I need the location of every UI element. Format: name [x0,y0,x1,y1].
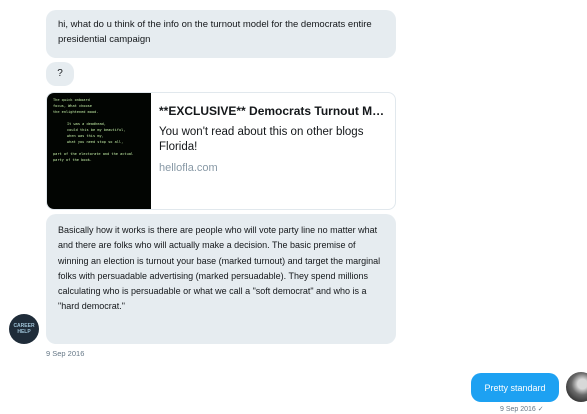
card-domain[interactable]: hellofla.com [159,162,389,174]
link-preview-card[interactable]: The quick onboard focus, What choose the… [46,92,396,210]
thumbnail-line: party of the book. [53,158,92,162]
incoming-message-bubble: Basically how it works is there are peop… [46,214,396,344]
message-text: hi, what do u think of the info on the t… [58,19,372,45]
thumbnail-line: the enlightened mood. [53,110,99,114]
message-text: Pretty standard [484,382,546,393]
message-text: Basically how it works is there are peop… [58,225,381,312]
avatar[interactable] [566,372,587,402]
message-timestamp: 9 Sep 2016 ✓ [500,406,544,413]
card-title[interactable]: **EXCLUSIVE** Democrats Turnout Mo... [159,103,389,119]
avatar-text: CAREER HELP [13,323,35,335]
card-thumbnail: The quick onboard focus, What choose the… [47,93,151,209]
message-text: ? [57,68,63,79]
incoming-message-bubble: ? [46,62,74,86]
avatar[interactable]: CAREER HELP [9,314,39,344]
thumbnail-line: what you need stop so all, [67,140,124,144]
card-description: You won't read about this on other blogs… [159,126,364,153]
outgoing-message-bubble: Pretty standard [471,373,559,402]
incoming-message-bubble: hi, what do u think of the info on the t… [46,10,396,58]
message-timestamp: 9 Sep 2016 [46,349,85,358]
